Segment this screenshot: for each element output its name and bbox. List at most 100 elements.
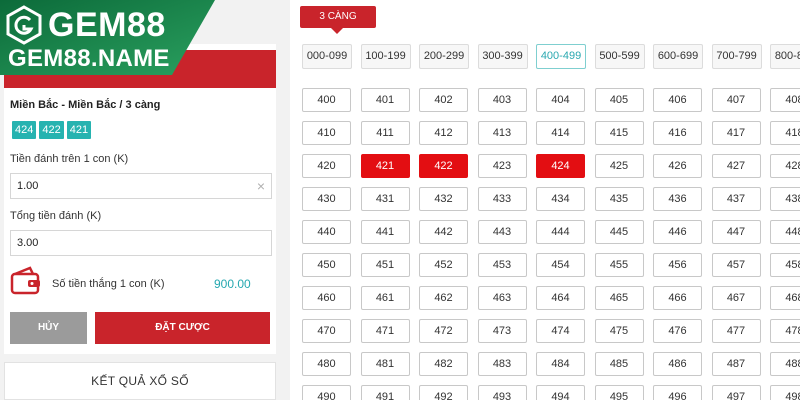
number-cell-451[interactable]: 451: [360, 253, 410, 277]
number-cell-491[interactable]: 491: [360, 385, 410, 400]
range-button-200-299[interactable]: 200-299: [419, 44, 469, 69]
number-cell-486[interactable]: 486: [653, 352, 702, 376]
number-cell-480[interactable]: 480: [302, 352, 351, 376]
number-cell-402[interactable]: 402: [419, 88, 468, 112]
number-cell-408[interactable]: 408: [770, 88, 800, 112]
number-cell-471[interactable]: 471: [360, 319, 410, 343]
number-cell-427[interactable]: 427: [711, 154, 761, 178]
number-cell-477[interactable]: 477: [711, 319, 761, 343]
number-cell-407[interactable]: 407: [711, 88, 761, 112]
range-button-400-499[interactable]: 400-499: [536, 44, 586, 69]
number-cell-436[interactable]: 436: [653, 187, 702, 211]
number-cell-463[interactable]: 463: [477, 286, 527, 310]
number-cell-416[interactable]: 416: [653, 121, 702, 145]
number-cell-484[interactable]: 484: [536, 352, 585, 376]
number-cell-428[interactable]: 428: [770, 154, 800, 178]
number-cell-455[interactable]: 455: [594, 253, 644, 277]
selected-chip[interactable]: 421: [66, 121, 92, 139]
number-cell-488[interactable]: 488: [770, 352, 800, 376]
close-icon[interactable]: ×: [257, 174, 265, 198]
number-cell-426[interactable]: 426: [653, 154, 702, 178]
number-cell-413[interactable]: 413: [477, 121, 527, 145]
range-button-100-199[interactable]: 100-199: [360, 44, 411, 69]
number-cell-494[interactable]: 494: [536, 385, 585, 400]
range-button-500-599[interactable]: 500-599: [594, 44, 645, 69]
number-cell-495[interactable]: 495: [594, 385, 644, 400]
number-cell-415[interactable]: 415: [594, 121, 644, 145]
number-cell-492[interactable]: 492: [419, 385, 468, 400]
tab-3-cang[interactable]: 3 CÀNG: [300, 6, 376, 28]
number-cell-414[interactable]: 414: [536, 121, 585, 145]
number-cell-476[interactable]: 476: [653, 319, 702, 343]
brand-logo[interactable]: GEM88 GEM88.NAME: [0, 0, 215, 75]
number-cell-441[interactable]: 441: [360, 220, 410, 244]
number-cell-443[interactable]: 443: [477, 220, 527, 244]
number-cell-422[interactable]: 422: [419, 154, 468, 178]
number-cell-457[interactable]: 457: [711, 253, 761, 277]
number-cell-431[interactable]: 431: [360, 187, 410, 211]
range-button-600-699[interactable]: 600-699: [653, 44, 703, 69]
number-cell-470[interactable]: 470: [302, 319, 351, 343]
number-cell-418[interactable]: 418: [770, 121, 800, 145]
selected-chip[interactable]: 422: [39, 121, 64, 139]
number-cell-406[interactable]: 406: [653, 88, 702, 112]
number-cell-453[interactable]: 453: [477, 253, 527, 277]
number-cell-448[interactable]: 448: [770, 220, 800, 244]
number-cell-462[interactable]: 462: [419, 286, 468, 310]
number-cell-425[interactable]: 425: [594, 154, 644, 178]
number-cell-442[interactable]: 442: [419, 220, 468, 244]
number-cell-467[interactable]: 467: [711, 286, 761, 310]
number-cell-440[interactable]: 440: [302, 220, 351, 244]
number-cell-472[interactable]: 472: [419, 319, 468, 343]
number-cell-417[interactable]: 417: [711, 121, 761, 145]
number-cell-446[interactable]: 446: [653, 220, 702, 244]
cancel-button[interactable]: HỦY: [10, 312, 87, 344]
number-cell-403[interactable]: 403: [477, 88, 527, 112]
number-cell-481[interactable]: 481: [360, 352, 410, 376]
number-cell-435[interactable]: 435: [594, 187, 644, 211]
number-cell-468[interactable]: 468: [770, 286, 800, 310]
number-cell-483[interactable]: 483: [477, 352, 527, 376]
number-cell-458[interactable]: 458: [770, 253, 800, 277]
number-cell-404[interactable]: 404: [536, 88, 585, 112]
range-button-000-099[interactable]: 000-099: [302, 44, 352, 69]
number-cell-460[interactable]: 460: [302, 286, 351, 310]
number-cell-437[interactable]: 437: [711, 187, 761, 211]
number-cell-464[interactable]: 464: [536, 286, 585, 310]
number-cell-445[interactable]: 445: [594, 220, 644, 244]
number-cell-434[interactable]: 434: [536, 187, 585, 211]
number-cell-430[interactable]: 430: [302, 187, 351, 211]
number-cell-412[interactable]: 412: [419, 121, 468, 145]
number-cell-498[interactable]: 498: [770, 385, 800, 400]
number-cell-478[interactable]: 478: [770, 319, 800, 343]
number-cell-432[interactable]: 432: [419, 187, 468, 211]
number-cell-482[interactable]: 482: [419, 352, 468, 376]
number-cell-423[interactable]: 423: [477, 154, 527, 178]
number-cell-496[interactable]: 496: [653, 385, 702, 400]
number-cell-447[interactable]: 447: [711, 220, 761, 244]
number-cell-475[interactable]: 475: [594, 319, 644, 343]
number-cell-420[interactable]: 420: [302, 154, 351, 178]
number-cell-493[interactable]: 493: [477, 385, 527, 400]
number-cell-466[interactable]: 466: [653, 286, 702, 310]
number-cell-490[interactable]: 490: [302, 385, 351, 400]
number-cell-411[interactable]: 411: [360, 121, 410, 145]
range-button-300-399[interactable]: 300-399: [477, 44, 528, 69]
number-cell-454[interactable]: 454: [536, 253, 585, 277]
number-cell-456[interactable]: 456: [653, 253, 702, 277]
number-cell-452[interactable]: 452: [419, 253, 468, 277]
number-cell-438[interactable]: 438: [770, 187, 800, 211]
range-button-700-799[interactable]: 700-799: [711, 44, 762, 69]
number-cell-421[interactable]: 421: [360, 154, 410, 178]
number-cell-485[interactable]: 485: [594, 352, 644, 376]
number-cell-424[interactable]: 424: [536, 154, 585, 178]
number-cell-433[interactable]: 433: [477, 187, 527, 211]
selected-chip[interactable]: 424: [12, 121, 37, 139]
range-button-800-899[interactable]: 800-899: [770, 44, 800, 69]
number-cell-444[interactable]: 444: [536, 220, 585, 244]
number-cell-465[interactable]: 465: [594, 286, 644, 310]
number-cell-487[interactable]: 487: [711, 352, 761, 376]
number-cell-497[interactable]: 497: [711, 385, 761, 400]
lottery-results-button[interactable]: KẾT QUẢ XỔ SỐ: [4, 362, 276, 400]
number-cell-401[interactable]: 401: [360, 88, 410, 112]
